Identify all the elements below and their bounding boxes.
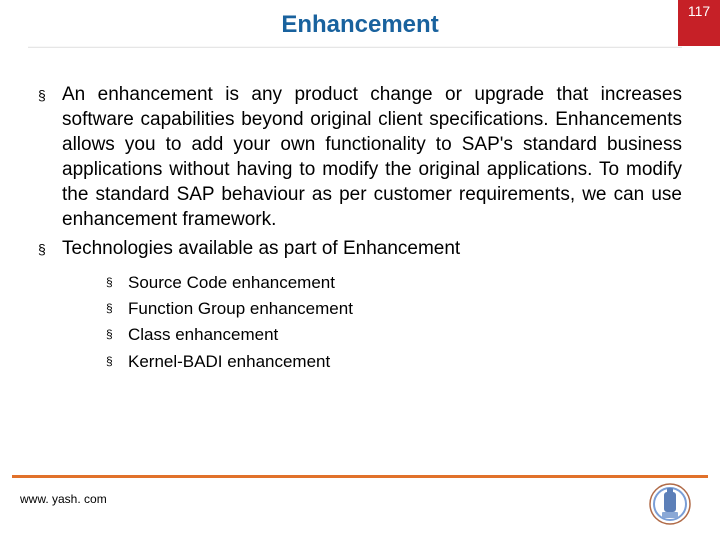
bullet-square-icon: § — [106, 298, 128, 320]
page-number-badge: 117 — [678, 0, 720, 46]
title-underline — [28, 46, 682, 48]
slide: Enhancement 117 § An enhancement is any … — [0, 0, 720, 540]
bullet-level2: § Kernel-BADI enhancement — [106, 351, 682, 373]
bullet-level2: § Class enhancement — [106, 324, 682, 346]
page-number-text: 117 — [688, 3, 710, 19]
title-text: Enhancement — [281, 11, 438, 39]
bullet-square-icon: § — [106, 351, 128, 373]
footer-divider — [12, 475, 708, 478]
bullet-level1: § Technologies available as part of Enha… — [38, 236, 682, 261]
bullet-text: Kernel-BADI enhancement — [128, 351, 330, 373]
bullet-square-icon: § — [38, 82, 62, 232]
bullet-text: Function Group enhancement — [128, 298, 353, 320]
bullet-text: Source Code enhancement — [128, 272, 335, 294]
bullet-square-icon: § — [106, 272, 128, 294]
bullet-square-icon: § — [106, 324, 128, 346]
bullet-level1: § An enhancement is any product change o… — [38, 82, 682, 232]
bullet-text: Technologies available as part of Enhanc… — [62, 236, 682, 261]
sub-bullet-group: § Source Code enhancement § Function Gro… — [106, 272, 682, 374]
bullet-text: Class enhancement — [128, 324, 278, 346]
bullet-level2: § Source Code enhancement — [106, 272, 682, 294]
footer-url: www. yash. com — [20, 492, 107, 506]
bullet-square-icon: § — [38, 236, 62, 261]
content-area: § An enhancement is any product change o… — [38, 82, 682, 377]
bullet-text: An enhancement is any product change or … — [62, 82, 682, 232]
slide-title: Enhancement — [0, 0, 720, 50]
company-logo-icon — [648, 482, 692, 526]
bullet-level2: § Function Group enhancement — [106, 298, 682, 320]
